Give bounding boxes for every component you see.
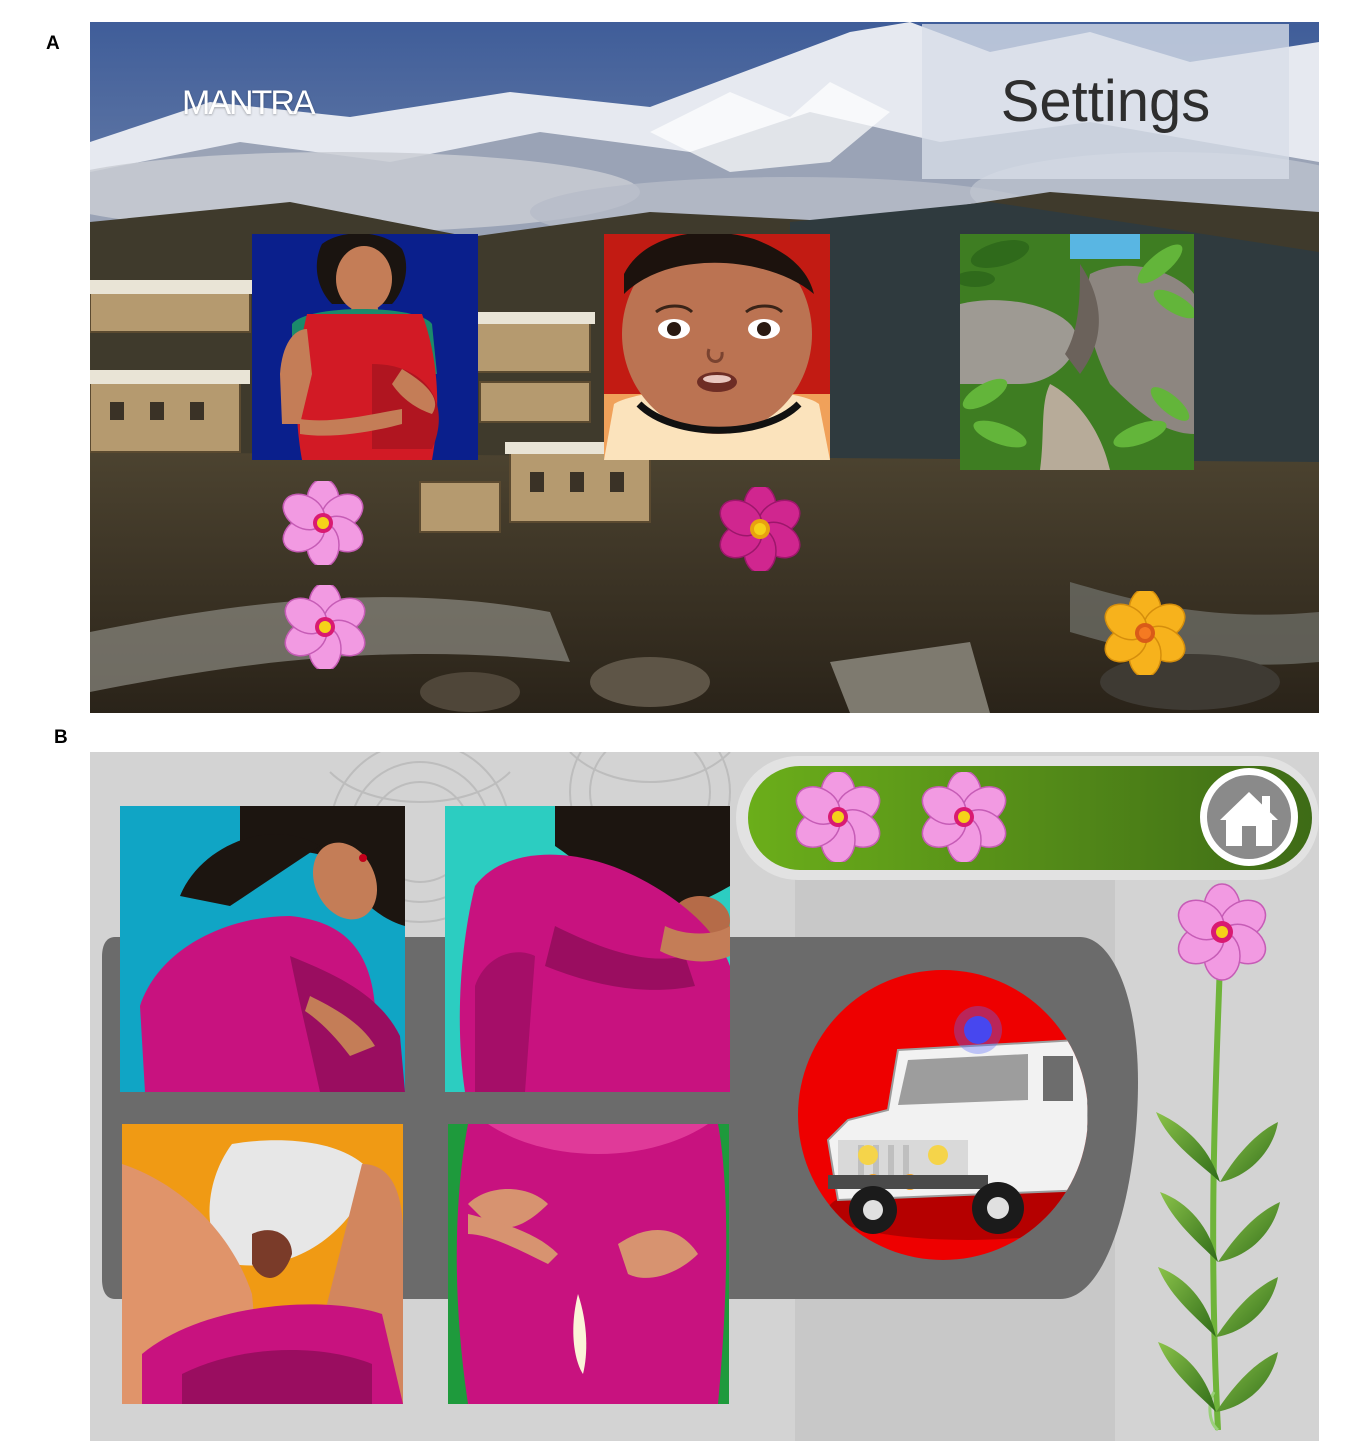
magenta-flower-icon bbox=[719, 487, 801, 571]
danger-sign-childbirth-tile[interactable] bbox=[122, 1124, 403, 1404]
pregnant-woman-icon bbox=[252, 234, 478, 460]
flower-stem-icon bbox=[1156, 883, 1280, 1432]
orange-flower-icon bbox=[1104, 591, 1186, 675]
danger-signs-screen bbox=[90, 752, 1319, 1441]
danger-sign-fluid-leak-tile[interactable] bbox=[448, 1124, 729, 1404]
settings-button[interactable]: Settings bbox=[922, 24, 1289, 179]
pink-flower-icon bbox=[921, 772, 1007, 862]
home-screen: MANTRA Settings bbox=[90, 22, 1319, 713]
woman-vomiting-icon bbox=[445, 806, 730, 1092]
pink-flower-icon bbox=[282, 481, 364, 565]
baby-face-icon bbox=[604, 234, 830, 460]
call-ambulance-button[interactable] bbox=[798, 970, 1088, 1260]
woman-headache-icon bbox=[120, 806, 405, 1092]
danger-sign-vomiting-tile[interactable] bbox=[445, 806, 730, 1092]
fluid-leak-icon bbox=[448, 1124, 729, 1404]
newborn-module-tile[interactable] bbox=[604, 234, 830, 460]
app-logo: MANTRA bbox=[182, 84, 316, 122]
pregnancy-module-tile[interactable] bbox=[252, 234, 478, 460]
home-button[interactable] bbox=[1198, 766, 1300, 868]
settings-label: Settings bbox=[1000, 69, 1211, 134]
childbirth-icon bbox=[122, 1124, 403, 1404]
danger-sign-headache-tile[interactable] bbox=[120, 806, 405, 1092]
ambulance-icon bbox=[798, 970, 1088, 1260]
forest-path-icon bbox=[960, 234, 1194, 470]
panel-b-label: B bbox=[54, 727, 68, 748]
forest-module-tile[interactable] bbox=[960, 234, 1194, 470]
panel-a-label: A bbox=[46, 33, 60, 54]
pink-flower-icon bbox=[795, 772, 881, 862]
pink-flower-icon bbox=[284, 585, 366, 669]
